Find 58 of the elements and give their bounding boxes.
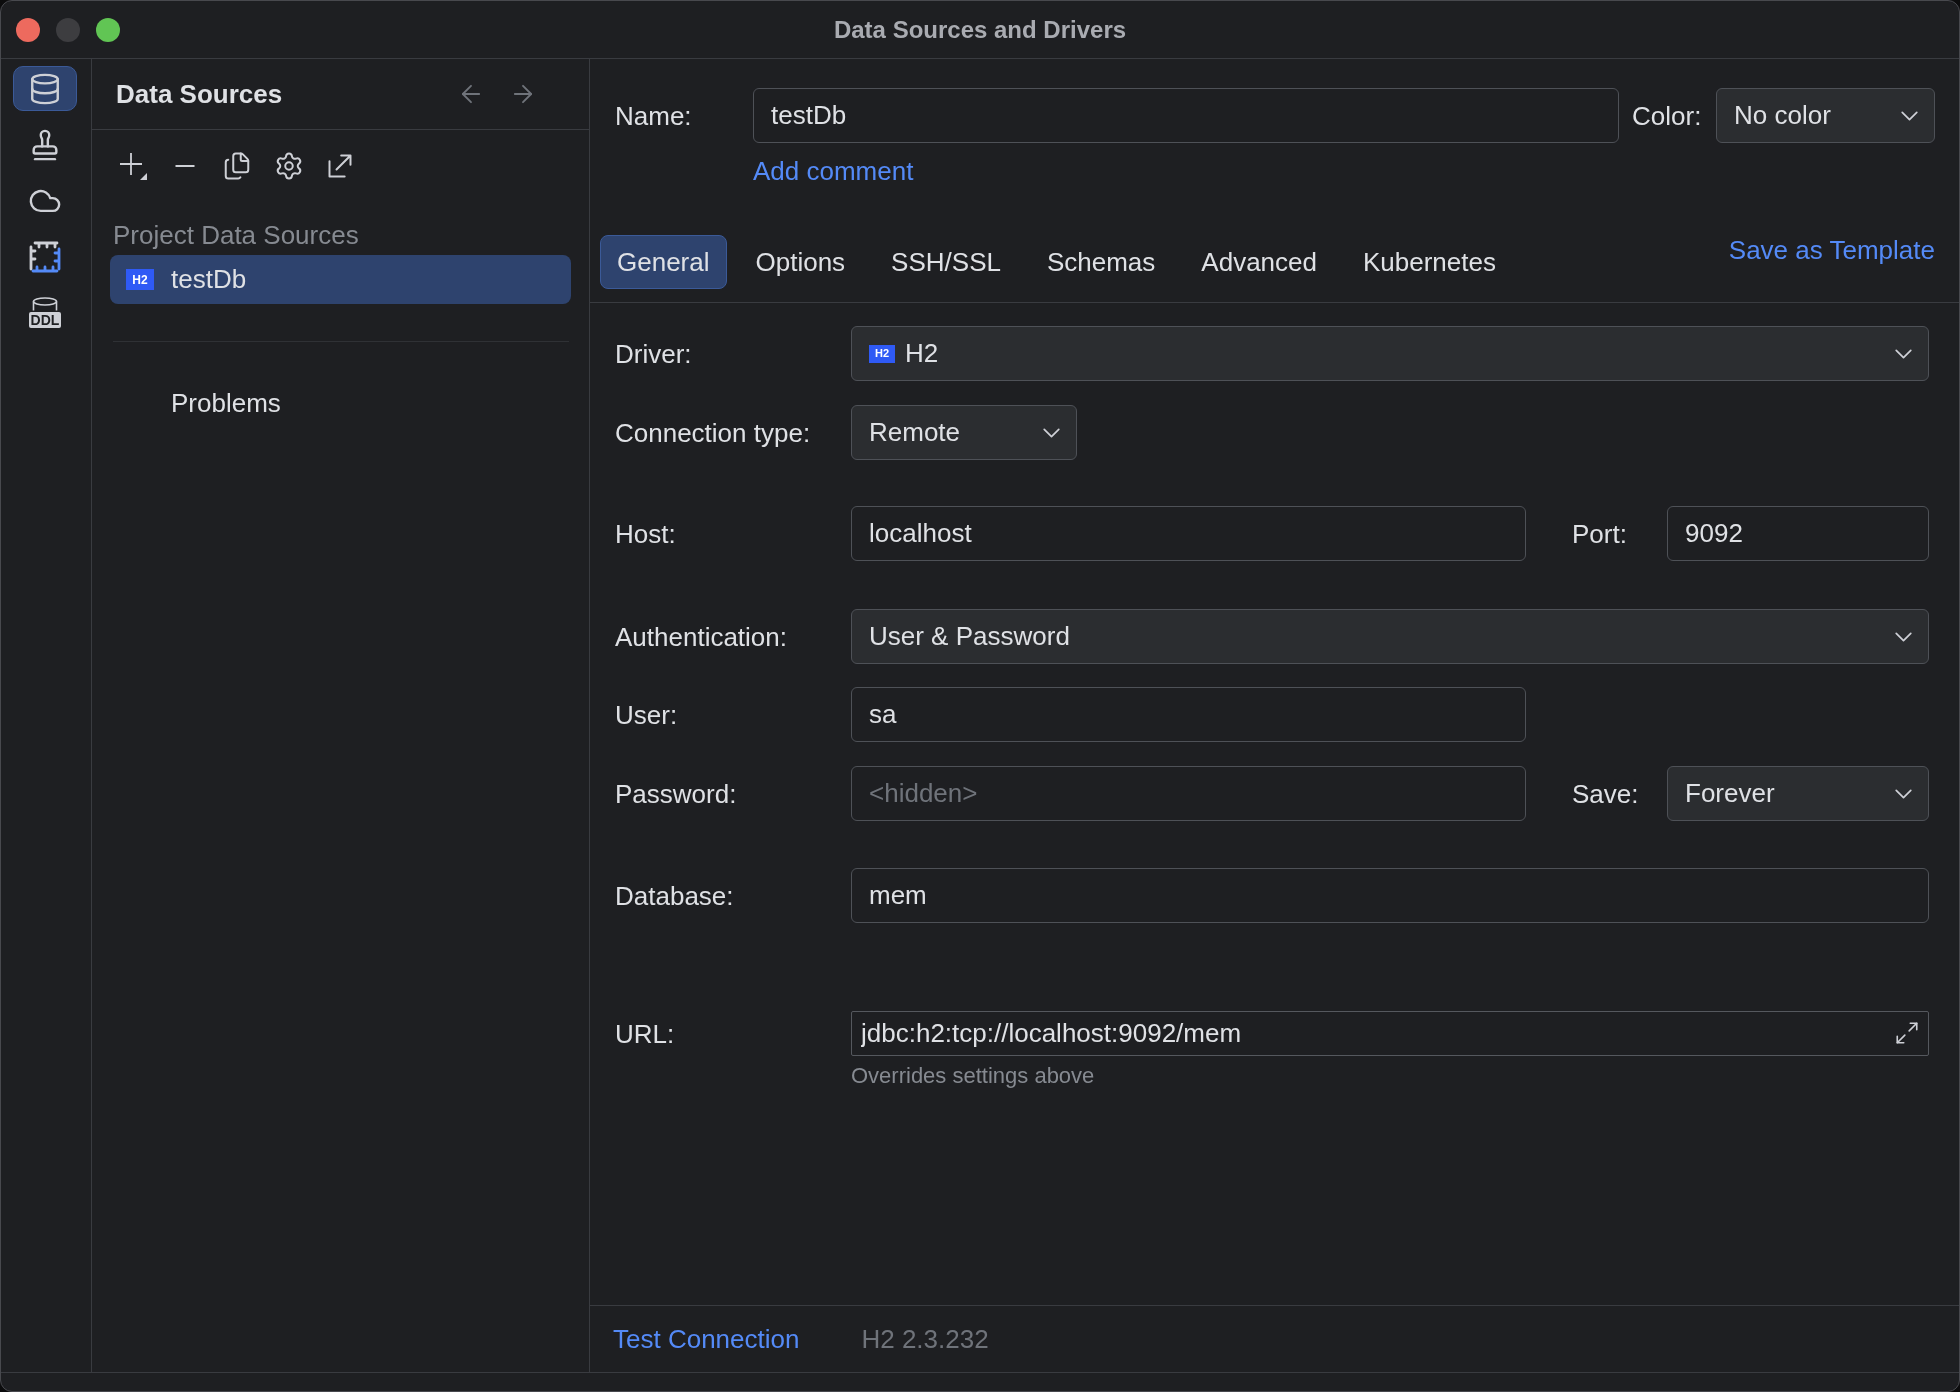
user-label: User: xyxy=(615,698,678,731)
user-input[interactable]: sa xyxy=(851,687,1526,742)
host-input[interactable]: localhost xyxy=(851,506,1526,561)
tab[interactable]: Advanced xyxy=(1184,235,1334,289)
authentication-label: Authentication: xyxy=(615,620,787,653)
save-dropdown[interactable]: Forever xyxy=(1667,766,1929,821)
color-dropdown[interactable]: No color xyxy=(1716,88,1935,143)
panel-title: Data Sources xyxy=(116,77,283,111)
chevron-down-icon xyxy=(1043,427,1060,438)
tool-window-button[interactable]: DDL xyxy=(13,290,77,335)
problems-item[interactable]: Problems xyxy=(171,387,281,419)
database-label: Database: xyxy=(615,879,734,912)
driver-label: Driver: xyxy=(615,337,692,370)
connection-type-label: Connection type: xyxy=(615,416,811,449)
driver-logo: H2 xyxy=(869,344,895,363)
name-input[interactable]: testDb xyxy=(753,88,1619,143)
name-label: Name: xyxy=(615,99,692,132)
driver-logo: H2 xyxy=(126,269,154,290)
database-input[interactable]: mem xyxy=(851,868,1929,923)
tab[interactable]: Options xyxy=(738,235,863,289)
plus-icon[interactable] xyxy=(118,151,148,181)
group-header: Project Data Sources xyxy=(113,219,359,251)
chevron-down-icon xyxy=(1895,631,1912,642)
settings-icon[interactable] xyxy=(274,151,304,181)
save-as-template-link[interactable]: Save as Template xyxy=(1728,235,1935,265)
tool-window-button[interactable] xyxy=(13,66,77,111)
password-input[interactable]: <hidden> xyxy=(851,766,1526,821)
chevron-down-icon xyxy=(1901,110,1918,121)
database-icon xyxy=(28,71,62,106)
test-connection-link[interactable]: Test Connection xyxy=(613,1319,800,1359)
tab[interactable]: Kubernetes xyxy=(1346,235,1513,289)
expand-icon[interactable] xyxy=(1894,1020,1920,1046)
documents-icon[interactable] xyxy=(222,151,252,181)
window-zoom-control[interactable] xyxy=(96,17,120,42)
save-label: Save: xyxy=(1572,777,1639,810)
host-label: Host: xyxy=(615,517,676,550)
chevron-down-icon xyxy=(1895,788,1912,799)
window-close-control[interactable] xyxy=(16,17,40,42)
url-label: URL: xyxy=(615,1017,675,1050)
color-label: Color: xyxy=(1632,99,1702,132)
add-comment-link[interactable]: Add comment xyxy=(753,155,914,187)
port-label: Port: xyxy=(1572,517,1627,550)
url-hint: Overrides settings above xyxy=(851,1064,1095,1088)
export-arrow-icon[interactable] xyxy=(326,152,354,180)
password-label: Password: xyxy=(615,777,737,810)
dashed-frame-icon xyxy=(29,240,61,273)
port-input[interactable]: 9092 xyxy=(1667,506,1929,561)
url-input[interactable]: jdbc:h2:tcp://localhost:9092/mem xyxy=(851,1011,1929,1056)
window-title: Data Sources and Drivers xyxy=(833,14,1127,45)
driver-dropdown[interactable]: H2 H2 xyxy=(851,326,1929,381)
driver-version: H2 2.3.232 xyxy=(861,1322,989,1356)
chevron-down-icon xyxy=(1895,348,1912,359)
authentication-dropdown[interactable]: User & Password xyxy=(851,609,1929,664)
tab[interactable]: General xyxy=(600,235,727,289)
data-source-item[interactable]: H2 testDb xyxy=(110,255,571,304)
connection-type-dropdown[interactable]: Remote xyxy=(851,405,1077,460)
tab[interactable]: SSH/SSL xyxy=(874,235,1018,289)
tab[interactable]: Schemas xyxy=(1029,235,1173,289)
